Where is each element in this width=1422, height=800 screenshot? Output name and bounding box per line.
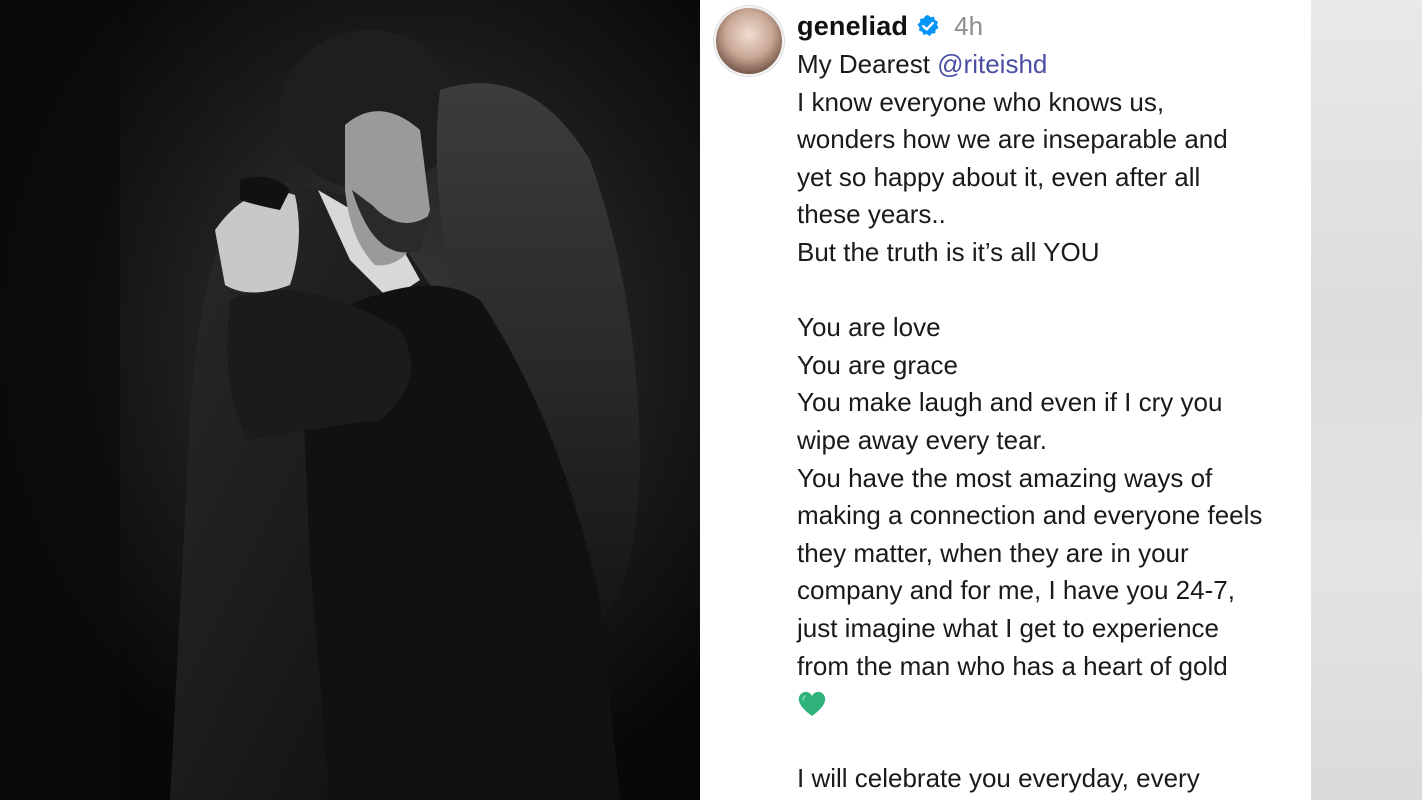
- caption-line: You have the most amazing ways of: [797, 462, 1213, 493]
- caption-line: You are love: [797, 312, 941, 343]
- caption-line: just imagine what I get to experience: [797, 612, 1220, 643]
- emoji-row: [797, 685, 1311, 723]
- green-heart-icon: [798, 691, 826, 716]
- caption-line: they matter, when they are in your: [797, 537, 1189, 568]
- caption-line: I will celebrate you everyday, every: [797, 763, 1200, 794]
- couple-photo: [0, 0, 700, 800]
- caption-line: I know everyone who knows us,: [797, 86, 1165, 117]
- caption-line: yet so happy about it, even after all: [797, 161, 1201, 192]
- caption-line: wonders how we are inseparable and: [797, 124, 1228, 155]
- caption-line: making a connection and everyone feels: [797, 500, 1263, 531]
- post-header: geneliad 4h: [797, 6, 983, 46]
- caption-line: You make laugh and even if I cry you: [797, 387, 1223, 418]
- caption-greeting: My Dearest: [797, 49, 930, 79]
- username[interactable]: geneliad: [797, 11, 908, 42]
- caption-line: But the truth is it’s all YOU: [797, 236, 1100, 267]
- verified-badge-icon: [917, 15, 939, 37]
- caption-line: You are grace: [797, 349, 958, 380]
- blurred-background-strip: [1311, 0, 1422, 800]
- caption-text: My Dearest @riteishd I know everyone who…: [797, 46, 1311, 798]
- post-time: 4h: [954, 10, 984, 41]
- news-composite: geneliad 4h My Dearest @riteishd I know …: [0, 0, 1422, 800]
- caption-line: from the man who has a heart of gold: [797, 650, 1228, 681]
- instagram-caption-panel: geneliad 4h My Dearest @riteishd I know …: [700, 0, 1311, 800]
- photo-illustration: [0, 0, 700, 800]
- avatar[interactable]: [714, 6, 784, 76]
- caption-line: wipe away every tear.: [797, 424, 1048, 455]
- caption-line: these years..: [797, 199, 946, 230]
- mention-link[interactable]: @riteishd: [937, 49, 1047, 79]
- caption-greeting-line: My Dearest @riteishd: [797, 46, 1311, 84]
- caption-line: company and for me, I have you 24-7,: [797, 575, 1235, 606]
